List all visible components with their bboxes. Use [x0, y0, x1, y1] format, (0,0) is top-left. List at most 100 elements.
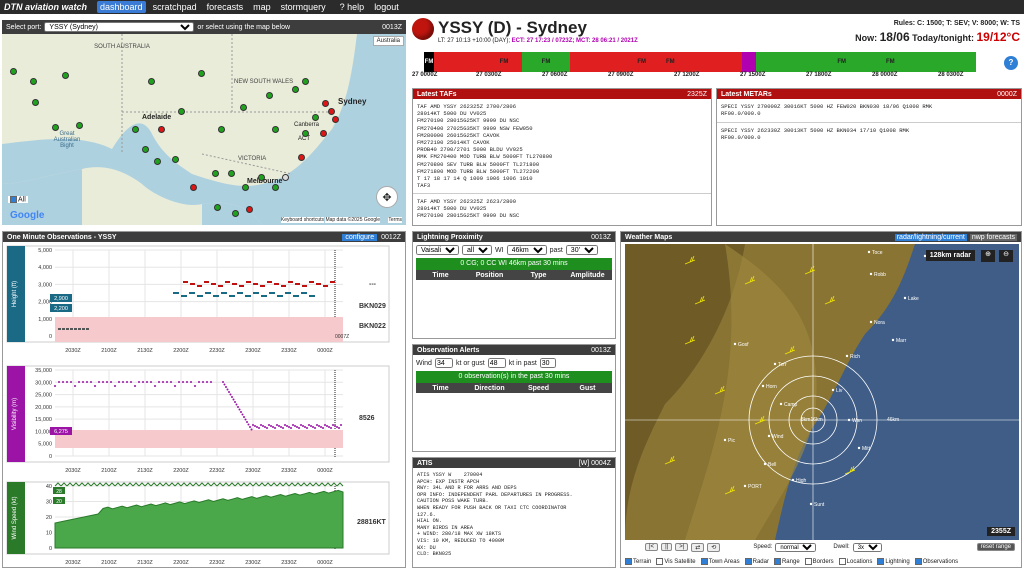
station-marker[interactable]: [52, 124, 59, 131]
station-marker[interactable]: [172, 156, 179, 163]
layer-checkbox-lightning[interactable]: Lightning: [877, 558, 910, 566]
tab-radar[interactable]: radar/lightning/current: [894, 233, 967, 241]
station-marker[interactable]: [218, 126, 225, 133]
station-marker[interactable]: [246, 206, 253, 213]
port-map[interactable]: Australia SOUTH AUSTRALIA NEW SOUTH WALE…: [2, 34, 406, 225]
nav-forecasts[interactable]: forecasts: [204, 1, 247, 13]
vis-point: [247, 423, 250, 426]
checkbox-icon: [10, 196, 17, 203]
station-marker[interactable]: [30, 78, 37, 85]
station-marker[interactable]: [228, 170, 235, 177]
checkbox-icon: [914, 558, 922, 566]
station-marker[interactable]: [320, 130, 327, 137]
wind-input[interactable]: [434, 358, 453, 368]
configure-button[interactable]: configure: [342, 233, 378, 241]
badge-label: 2,900: [54, 296, 68, 302]
station-marker[interactable]: [214, 204, 221, 211]
station-marker[interactable]: [158, 126, 165, 133]
station-marker[interactable]: [198, 70, 205, 77]
zoom-out-button[interactable]: ⊖: [999, 250, 1013, 262]
nav-stormquery[interactable]: stormquery: [278, 1, 329, 13]
station-help-button[interactable]: ?: [1004, 56, 1018, 70]
sync-button[interactable]: ⟲: [707, 542, 721, 552]
dwell-select[interactable]: 3x: [852, 542, 882, 552]
layer-checkbox-locations[interactable]: Locations: [838, 558, 872, 566]
lightning-source-select[interactable]: Vaisali: [416, 245, 459, 255]
keyboard-shortcuts-link[interactable]: Keyboard shortcuts: [280, 217, 324, 223]
map-type-label[interactable]: Australia: [372, 36, 404, 46]
radar-map[interactable]: ToceCessRobbLakeNoraMarrGosfRichTerrHorn…: [625, 244, 1019, 540]
station-marker[interactable]: [302, 78, 309, 85]
port-select[interactable]: YSSY (Sydney): [44, 22, 195, 32]
vis-point: [229, 393, 232, 396]
nav-map[interactable]: map: [250, 1, 274, 13]
place-dot: [773, 362, 777, 366]
station-marker[interactable]: [32, 99, 39, 106]
layer-checkbox-vis-satellite[interactable]: Vis Satellite: [656, 558, 696, 566]
station-marker[interactable]: [266, 92, 273, 99]
station-marker[interactable]: [282, 174, 289, 181]
terms-link[interactable]: Terms: [388, 217, 402, 223]
layer-label: Lightning: [885, 559, 910, 566]
step-forward-button[interactable]: >|: [675, 543, 689, 551]
station-marker[interactable]: [258, 174, 265, 181]
y-tick-label: 10: [46, 531, 52, 537]
speed-select[interactable]: normal: [775, 542, 817, 552]
lightning-past-select[interactable]: 30': [565, 245, 598, 255]
map-pan-control[interactable]: ✥: [376, 186, 398, 208]
atis-header: ATIS [W] 0004Z: [413, 458, 615, 468]
station-marker[interactable]: [148, 78, 155, 85]
station-marker[interactable]: [76, 122, 83, 129]
layer-checkbox-observations[interactable]: Observations: [914, 558, 958, 566]
station-marker[interactable]: [328, 108, 335, 115]
station-marker[interactable]: [312, 114, 319, 121]
station-marker[interactable]: [322, 100, 329, 107]
x-tick-label: 2100Z: [101, 560, 117, 566]
tab-nwp[interactable]: nwp forecasts: [969, 233, 1017, 241]
pause-icon: ||: [665, 544, 669, 550]
reset-range-button[interactable]: reset range: [976, 543, 1015, 551]
vis-point: [322, 427, 324, 429]
station-marker[interactable]: [10, 68, 17, 75]
vis-point: [258, 427, 260, 429]
layer-checkbox-terrain[interactable]: Terrain: [625, 558, 652, 566]
nav-dashboard[interactable]: dashboard: [97, 1, 146, 13]
station-marker[interactable]: [302, 130, 309, 137]
station-marker[interactable]: [132, 126, 139, 133]
nav-scratchpad[interactable]: scratchpad: [150, 1, 200, 13]
vis-point: [302, 425, 304, 427]
station-marker[interactable]: [272, 126, 279, 133]
layer-checkbox-range[interactable]: Range: [773, 558, 800, 566]
layer-checkbox-town-areas[interactable]: Town Areas: [700, 558, 740, 566]
station-marker[interactable]: [178, 108, 185, 115]
pause-button[interactable]: ||: [661, 543, 673, 551]
station-marker[interactable]: [190, 184, 197, 191]
alert-past-input[interactable]: [539, 358, 556, 368]
station-marker[interactable]: [142, 146, 149, 153]
gust-input[interactable]: [487, 358, 506, 368]
station-marker[interactable]: [298, 154, 305, 161]
zoom-in-button[interactable]: ⊕: [981, 250, 995, 262]
step-back-button[interactable]: |<: [645, 543, 659, 551]
layer-checkbox-radar[interactable]: Radar: [744, 558, 769, 566]
lightning-radius-select[interactable]: 46km: [506, 245, 547, 255]
lightning-type-select[interactable]: all: [462, 245, 492, 255]
station-marker[interactable]: [212, 170, 219, 177]
all-checkbox[interactable]: All: [8, 196, 28, 204]
layer-label: Terrain: [633, 559, 652, 566]
help-link[interactable]: ? help: [337, 1, 368, 13]
station-marker[interactable]: [232, 210, 239, 217]
station-marker[interactable]: [62, 72, 69, 79]
station-marker[interactable]: [154, 158, 161, 165]
alerts-table-header: Time Direction Speed Gust: [416, 383, 612, 393]
swap-button[interactable]: ⇄: [691, 542, 705, 552]
station-marker[interactable]: [292, 86, 299, 93]
station-marker[interactable]: [332, 116, 339, 123]
station-marker[interactable]: [272, 184, 279, 191]
vis-point: [150, 381, 152, 383]
logout-link[interactable]: logout: [371, 1, 402, 13]
checkbox-icon: [804, 558, 812, 566]
station-marker[interactable]: [242, 184, 249, 191]
layer-checkbox-borders[interactable]: Borders: [804, 558, 834, 566]
station-marker[interactable]: [240, 104, 247, 111]
